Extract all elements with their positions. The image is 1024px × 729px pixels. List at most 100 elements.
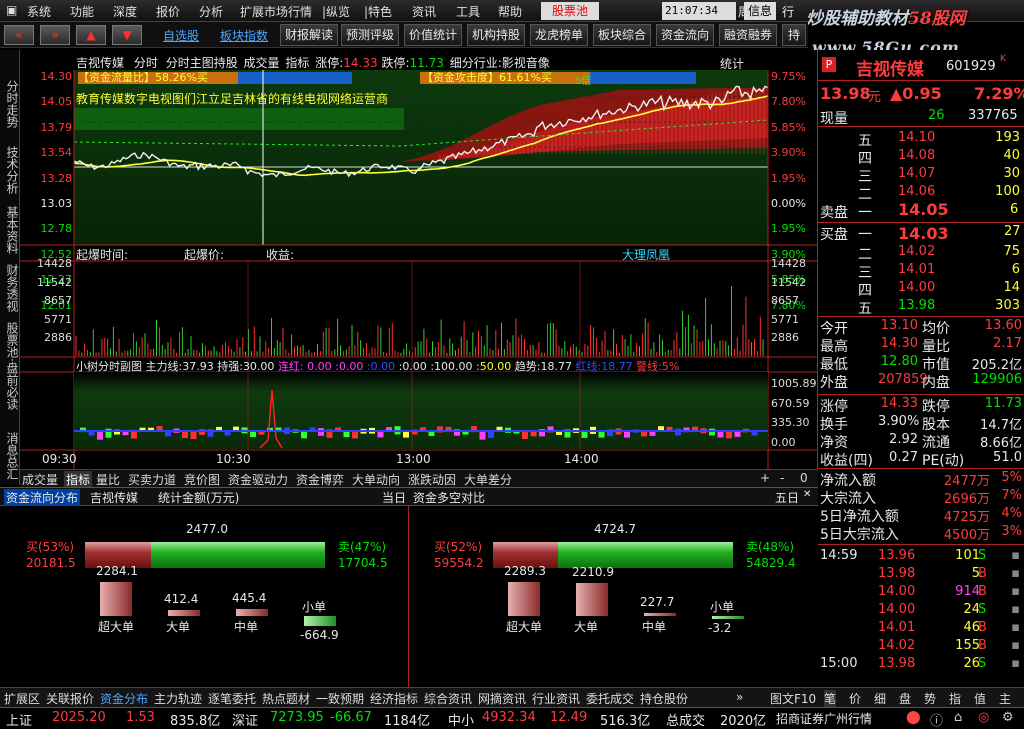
order-bar — [712, 616, 744, 619]
report-button[interactable]: 财报解读 — [280, 24, 338, 46]
menu-function[interactable]: 功能 — [70, 3, 94, 20]
chart-mode[interactable]: 分时 — [134, 56, 158, 70]
menu-extended-market[interactable]: 扩展市场行情 — [240, 3, 312, 20]
bottom-tab[interactable]: 委托成交 — [586, 690, 634, 707]
left-buy-value: 20181.5 — [26, 556, 76, 570]
pct-tick: 9.75% — [771, 70, 806, 83]
value-stats-button[interactable]: 价值统计 — [404, 24, 462, 46]
bottom-tab[interactable]: 主力轨迹 — [154, 690, 202, 707]
right-tab[interactable]: 指 — [949, 690, 961, 707]
tab-big-orders[interactable]: 大单动向 — [352, 471, 400, 488]
tab-big-order-diff[interactable]: 大单差分 — [464, 471, 512, 488]
tab-indicator[interactable]: 指标 — [64, 471, 93, 488]
bottom-tab[interactable]: 关联报价 — [46, 690, 94, 707]
stock-pool-button[interactable]: 股票池 — [541, 2, 599, 20]
network-icon[interactable]: ⬤ — [906, 710, 921, 725]
alert-icon[interactable]: ◎ — [978, 710, 989, 725]
f10-button[interactable]: 图文F10 — [770, 690, 816, 707]
fund-flow-title[interactable]: 资金流向分布 — [4, 489, 81, 506]
forecast-button[interactable]: 预测评级 — [341, 24, 399, 46]
tab-auction[interactable]: 竞价图 — [184, 471, 220, 488]
tab-fundamentals[interactable]: 基本资料 — [2, 206, 19, 254]
up-button[interactable]: ▲ — [76, 25, 106, 45]
info-button[interactable]: 信息 — [744, 2, 776, 20]
sell-vol: 100 — [995, 184, 1020, 199]
right-tab[interactable]: 细 — [874, 690, 886, 707]
tab-buy-sell-force[interactable]: 买卖力道 — [128, 471, 176, 488]
bottom-tab[interactable]: 持仓股份 — [640, 690, 688, 707]
tab-fund-game[interactable]: 资金博弈 — [296, 471, 344, 488]
menu-tools[interactable]: 工具 — [456, 3, 480, 20]
menu-quote[interactable]: 报价 — [156, 3, 180, 20]
right-sell-fill — [557, 542, 733, 568]
next-button[interactable]: » — [40, 25, 70, 45]
tab-intraday[interactable]: 分时走势 — [2, 80, 19, 128]
menu-depth[interactable]: 深度 — [113, 3, 137, 20]
intraday-chart[interactable]: 5倍 — [20, 50, 818, 469]
app-icon[interactable]: ▣ — [6, 3, 17, 17]
bottom-tab[interactable]: 综合资讯 — [424, 690, 472, 707]
down-button[interactable]: ▼ — [112, 25, 142, 45]
chart-pane[interactable]: 5倍 吉视传媒 分时 分时主图持股 成交量 指标 涨停:14.33 跌停:11.… — [20, 50, 818, 484]
tab-news[interactable]: 消息总汇 — [2, 432, 19, 480]
menu-features[interactable]: |特色 — [364, 3, 392, 20]
price-tick: 12.78 — [40, 222, 73, 236]
k-badge[interactable]: K — [1000, 54, 1006, 64]
total-volume: 337765 — [968, 108, 1018, 123]
bottom-tab[interactable]: 扩展区 — [4, 690, 40, 707]
bottom-tab[interactable]: 行业资讯 — [532, 690, 580, 707]
tab-volume-ratio[interactable]: 量比 — [96, 471, 120, 488]
fund-flow-button[interactable]: 资金流向 — [656, 24, 714, 46]
prev-button[interactable]: « — [4, 25, 34, 45]
chart-main-chart[interactable]: 分时主图持股 — [166, 56, 238, 70]
zoom-in-button[interactable]: + — [760, 471, 770, 485]
menu-help[interactable]: 帮助 — [498, 3, 522, 20]
right-tab[interactable]: 盘 — [899, 690, 911, 707]
right-tab[interactable]: 价 — [849, 690, 861, 707]
bottom-tab[interactable]: 网摘资讯 — [478, 690, 526, 707]
zoom-out-button[interactable]: - — [780, 471, 784, 485]
tab-fund-drive[interactable]: 资金驱动力 — [228, 471, 288, 488]
tab-stock-pool[interactable]: 股票池·盘前必读 — [2, 322, 19, 410]
chart-indicator[interactable]: 指标 — [285, 56, 309, 70]
tab-change-factors[interactable]: 涨跌动因 — [408, 471, 456, 488]
tab-volume[interactable]: 成交量 — [22, 471, 58, 488]
tab-finance[interactable]: 财务透视 — [2, 264, 19, 312]
right-tab[interactable]: 主 — [999, 690, 1011, 707]
bottom-tab[interactable]: 经济指标 — [370, 690, 418, 707]
watchlist-link[interactable]: 自选股 — [163, 27, 199, 44]
settings-icon[interactable]: ⚙ — [1002, 710, 1014, 725]
bottom-tab[interactable]: 逐笔委托 — [208, 690, 256, 707]
info-icon[interactable]: ⓘ — [930, 710, 943, 729]
menu-news[interactable]: 资讯 — [412, 3, 436, 20]
flow-value: 2696万 — [943, 492, 990, 507]
menu-overview[interactable]: |纵览 — [322, 3, 350, 20]
right-tab[interactable]: 值 — [974, 690, 986, 707]
sector-combo-button[interactable]: 板块综合 — [593, 24, 651, 46]
stats-button[interactable]: 统计 — [720, 55, 744, 72]
row-button[interactable]: 行 — [782, 3, 794, 20]
bottom-tab[interactable]: 热点题材 — [262, 690, 310, 707]
margin-button[interactable]: 融资融券 — [719, 24, 777, 46]
now-volume-label: 现量 — [820, 111, 848, 127]
sector-index-link[interactable]: 板块指数 — [220, 27, 268, 44]
menu-system[interactable]: 系统 — [27, 3, 51, 20]
stat-label: 最低 — [820, 357, 848, 373]
tab-technical[interactable]: 技术分析 — [2, 146, 19, 194]
restore-button[interactable]: 0 — [800, 471, 808, 485]
menu-analysis[interactable]: 分析 — [199, 3, 223, 20]
right-tab[interactable]: 笔 — [824, 690, 837, 707]
holdings-button[interactable]: 持 — [782, 24, 806, 46]
chart-volume[interactable]: 成交量 — [244, 56, 280, 70]
zx-index: 4932.34 — [482, 710, 536, 725]
five-day-label[interactable]: 五日 — [775, 489, 799, 506]
wifi-icon[interactable]: ⌂ — [954, 710, 962, 725]
dragon-tiger-button[interactable]: 龙虎榜单 — [530, 24, 588, 46]
more-tabs-button[interactable]: » — [736, 690, 743, 704]
bottom-tab[interactable]: 一致预期 — [316, 690, 364, 707]
bottom-tab[interactable]: 资金分布 — [100, 690, 148, 707]
tick-vol: 155 — [955, 638, 980, 653]
institution-button[interactable]: 机构持股 — [467, 24, 525, 46]
right-tab[interactable]: 势 — [924, 690, 936, 707]
close-icon[interactable]: ✕ — [803, 489, 811, 500]
